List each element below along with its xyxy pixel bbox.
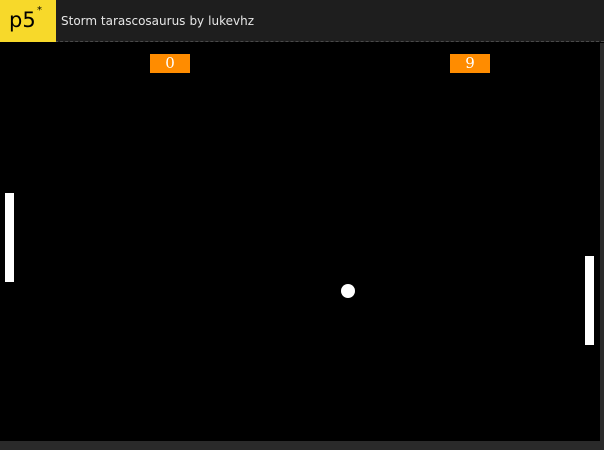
right-paddle [585,256,594,345]
by-label: by [189,14,205,28]
left-paddle [5,193,14,282]
logo-text: p5 [9,8,36,32]
author-link[interactable]: lukevhz [208,14,254,28]
ball [341,284,355,298]
p5-logo[interactable]: p5 * [0,0,56,42]
sketch-name[interactable]: Storm tarascosaurus [61,14,185,28]
header-bar: p5 * Storm tarascosaurus by lukevhz [0,0,604,42]
game-canvas[interactable]: 0 9 [0,43,600,441]
right-scrollbar[interactable] [600,43,604,441]
bottom-scrollbar[interactable] [0,441,604,450]
editor-window: p5 * Storm tarascosaurus by lukevhz 0 9 [0,0,604,450]
asterisk-icon: * [37,5,42,16]
left-score: 0 [150,54,190,73]
sketch-title: Storm tarascosaurus by lukevhz [61,13,254,29]
right-score: 9 [450,54,490,73]
